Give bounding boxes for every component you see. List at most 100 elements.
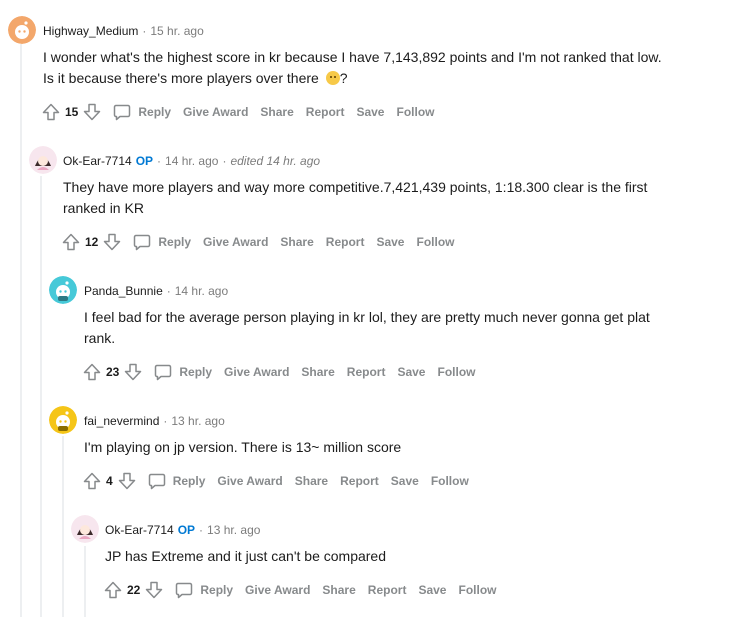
reply-button[interactable]: Reply [147, 471, 206, 491]
follow-button[interactable]: Follow [437, 365, 475, 379]
timestamp[interactable]: 13 hr. ago [207, 523, 260, 537]
avatar[interactable] [29, 146, 57, 174]
report-button[interactable]: Report [306, 105, 345, 119]
timestamp[interactable]: 14 hr. ago [165, 154, 218, 168]
save-button[interactable]: Save [397, 365, 425, 379]
downvote-icon[interactable] [123, 362, 143, 382]
separator-dot: · [199, 523, 204, 537]
comment-meta: fai_nevermind · 13 hr. ago [84, 413, 225, 429]
save-button[interactable]: Save [356, 105, 384, 119]
save-button[interactable]: Save [391, 474, 419, 488]
comment-bubble-icon [112, 102, 132, 122]
author-name[interactable]: Ok-Ear-7714 [63, 154, 132, 168]
downvote-icon[interactable] [82, 102, 102, 122]
comment-text-line: rank. [84, 330, 116, 346]
op-badge: OP [135, 154, 154, 168]
comment-text-line: They have more players and way more comp… [63, 179, 648, 195]
reply-label: Reply [158, 235, 192, 249]
upvote-icon[interactable] [82, 362, 102, 382]
avatar[interactable] [8, 16, 36, 44]
give-award-button[interactable]: Give Award [224, 365, 289, 379]
comment-text: Is it because there's more players over … [43, 70, 319, 86]
report-button[interactable]: Report [347, 365, 386, 379]
comment-bubble-icon [132, 232, 152, 252]
comment-body: JP has Extreme and it just can't be comp… [105, 546, 386, 567]
follow-button[interactable]: Follow [431, 474, 469, 488]
upvote-icon[interactable] [82, 471, 102, 491]
share-button[interactable]: Share [295, 474, 328, 488]
follow-button[interactable]: Follow [396, 105, 434, 119]
save-button[interactable]: Save [418, 583, 446, 597]
comment-meta: Highway_Medium · 15 hr. ago [43, 23, 204, 39]
avatar[interactable] [49, 406, 77, 434]
follow-button[interactable]: Follow [458, 583, 496, 597]
comment-bubble-icon [147, 471, 167, 491]
comment-text-line: ranked in KR [63, 200, 144, 216]
author-name[interactable]: Panda_Bunnie [84, 284, 163, 298]
comment-text-line: I wonder what's the highest score in kr … [43, 49, 662, 65]
reply-label: Reply [200, 583, 234, 597]
give-award-button[interactable]: Give Award [183, 105, 248, 119]
downvote-icon[interactable] [117, 471, 137, 491]
op-badge: OP [177, 523, 196, 537]
reply-button[interactable]: Reply [153, 362, 212, 382]
reply-label: Reply [179, 365, 213, 379]
upvote-icon[interactable] [61, 232, 81, 252]
share-button[interactable]: Share [301, 365, 334, 379]
comment-text-line: I'm playing on jp version. There is 13~ … [84, 439, 402, 455]
vote-score: 12 [85, 235, 99, 249]
report-button[interactable]: Report [368, 583, 407, 597]
separator-dot: · [142, 24, 147, 38]
reply-label: Reply [172, 474, 206, 488]
reply-button[interactable]: Reply [112, 102, 171, 122]
give-award-button[interactable]: Give Award [245, 583, 310, 597]
comment-text-line: Is it because there's more players over … [43, 68, 662, 89]
comment-actions: 12 Reply Give Award Share Report Save Fo… [61, 230, 454, 254]
comment-meta: Panda_Bunnie · 14 hr. ago [84, 283, 228, 299]
separator-dot: · [166, 284, 171, 298]
thread-line-level-3[interactable] [84, 546, 86, 617]
edited-timestamp[interactable]: edited 14 hr. ago [230, 154, 320, 168]
reply-button[interactable]: Reply [132, 232, 191, 252]
author-name[interactable]: Ok-Ear-7714 [105, 523, 174, 537]
comment-text-tail: ? [339, 70, 348, 86]
author-name[interactable]: Highway_Medium [43, 24, 138, 38]
upvote-icon[interactable] [41, 102, 61, 122]
separator-dot: · [157, 154, 162, 168]
comment-actions: 15 Reply Give Award Share Report Save Fo… [41, 100, 434, 124]
vote-score: 15 [65, 105, 79, 119]
report-button[interactable]: Report [326, 235, 365, 249]
comment-text-line: I feel bad for the average person playin… [84, 309, 650, 325]
give-award-button[interactable]: Give Award [217, 474, 282, 488]
separator-dot: · [163, 414, 168, 428]
vote-score: 4 [106, 474, 113, 488]
timestamp[interactable]: 13 hr. ago [171, 414, 224, 428]
comment-bubble-icon [153, 362, 173, 382]
comment-bubble-icon [174, 580, 194, 600]
give-award-button[interactable]: Give Award [203, 235, 268, 249]
avatar[interactable] [49, 276, 77, 304]
author-name[interactable]: fai_nevermind [84, 414, 159, 428]
share-button[interactable]: Share [280, 235, 313, 249]
thread-line-level-1[interactable] [40, 176, 42, 617]
thread-line-level-2[interactable] [62, 436, 64, 617]
downvote-icon[interactable] [144, 580, 164, 600]
thread-line-level-0[interactable] [20, 44, 22, 617]
report-button[interactable]: Report [340, 474, 379, 488]
comment-text-line: JP has Extreme and it just can't be comp… [105, 548, 387, 564]
downvote-icon[interactable] [102, 232, 122, 252]
follow-button[interactable]: Follow [416, 235, 454, 249]
avatar[interactable] [71, 515, 99, 543]
reply-label: Reply [138, 105, 172, 119]
comment-meta: Ok-Ear-7714 OP · 14 hr. ago · edited 14 hr. a… [63, 153, 320, 169]
timestamp[interactable]: 14 hr. ago [175, 284, 228, 298]
save-button[interactable]: Save [376, 235, 404, 249]
share-button[interactable]: Share [260, 105, 293, 119]
comment-meta: Ok-Ear-7714 OP · 13 hr. ago [105, 522, 260, 538]
share-button[interactable]: Share [322, 583, 355, 597]
comment-body: They have more players and way more comp… [63, 177, 647, 219]
upvote-icon[interactable] [103, 580, 123, 600]
comment-actions: 4 Reply Give Award Share Report Save Fol… [82, 469, 469, 493]
reply-button[interactable]: Reply [174, 580, 233, 600]
timestamp[interactable]: 15 hr. ago [150, 24, 203, 38]
